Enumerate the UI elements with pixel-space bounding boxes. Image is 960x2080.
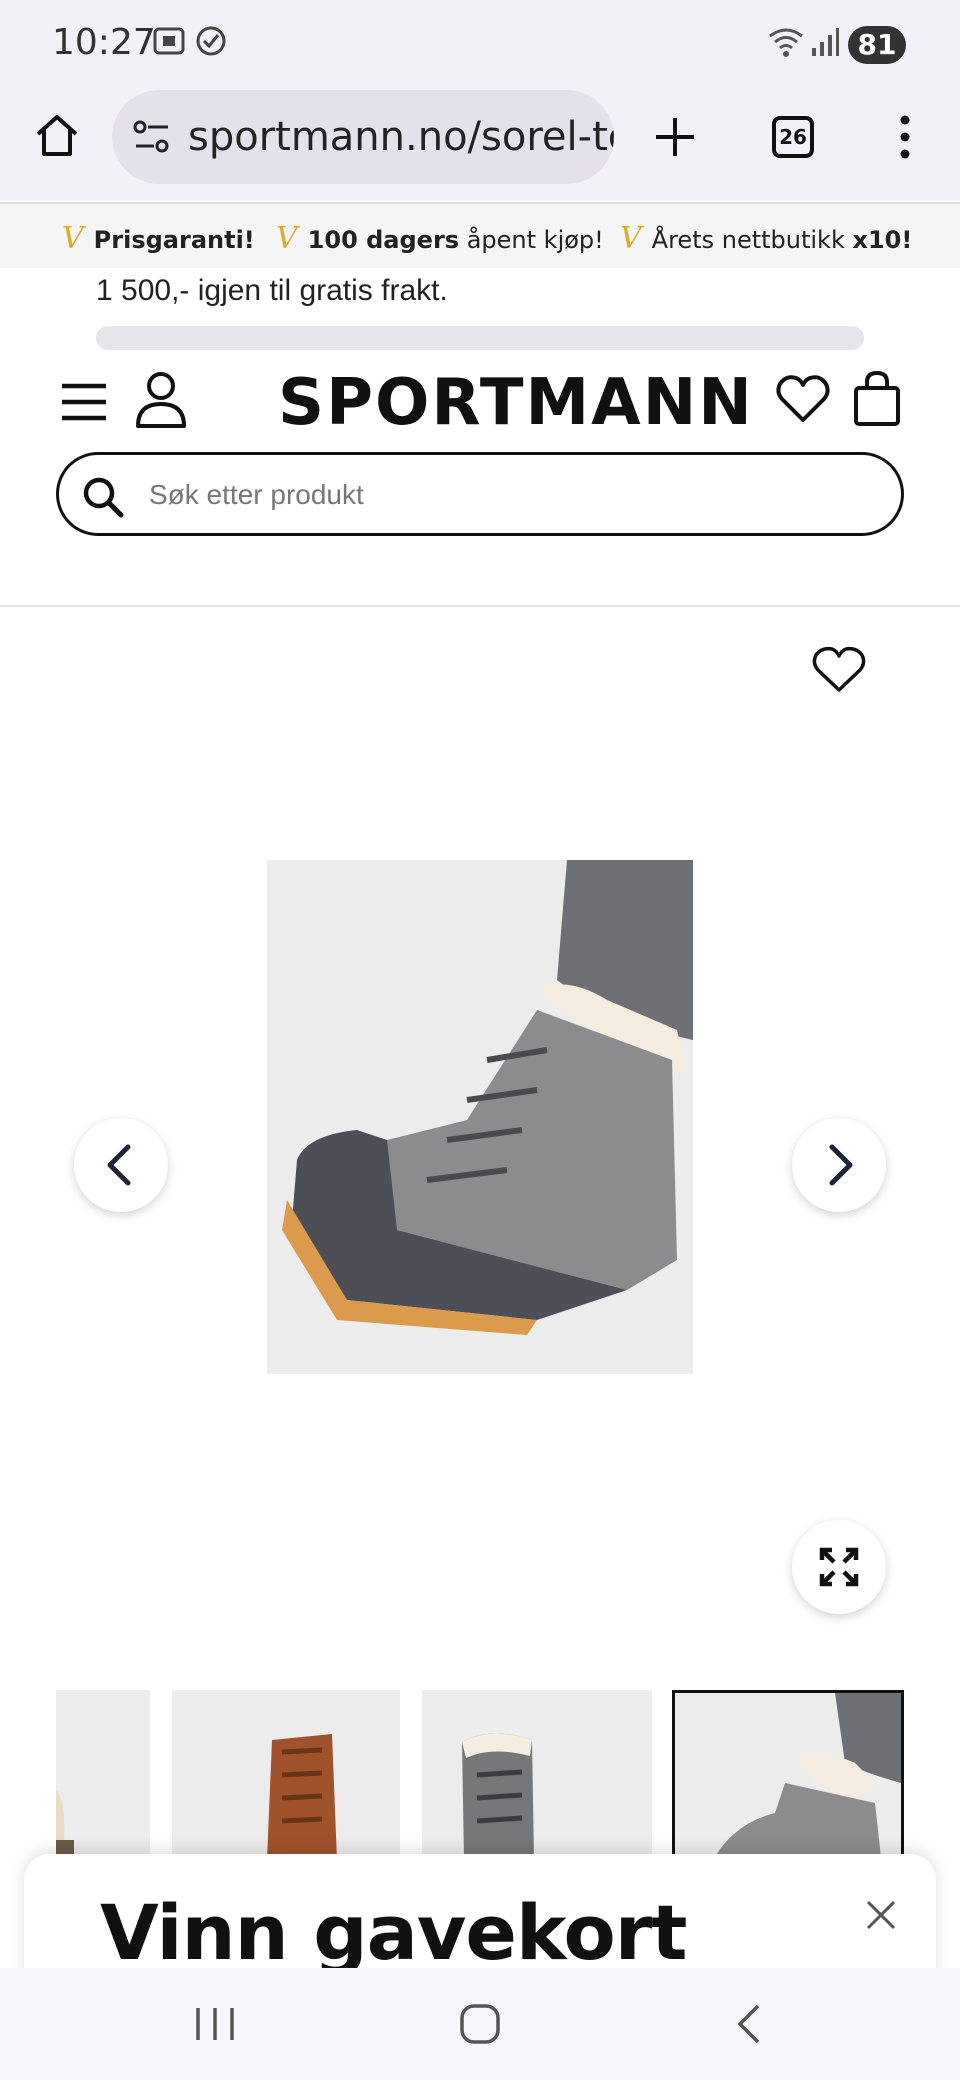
- recent-apps-icon[interactable]: [192, 2004, 238, 2044]
- wishlist-heart-icon[interactable]: [812, 646, 866, 694]
- popup-title: Vinn gavekort: [100, 1888, 688, 1977]
- fullscreen-button[interactable]: [792, 1520, 886, 1614]
- bag-icon[interactable]: [852, 370, 902, 428]
- search-icon[interactable]: [81, 475, 125, 519]
- thumbnail-3[interactable]: [422, 1690, 652, 1860]
- thumbnail-4-selected[interactable]: [672, 1690, 904, 1860]
- expand-icon: [819, 1547, 859, 1587]
- check-circle-icon: [196, 26, 226, 56]
- address-bar[interactable]: sportmann.no/sorel-tc: [112, 90, 614, 184]
- promo-item: V Årets nettbutikk x10!: [620, 221, 913, 256]
- status-bar: 10:27 81: [0, 0, 960, 88]
- home-icon[interactable]: [32, 110, 82, 160]
- free-shipping-progress: [96, 326, 864, 350]
- search-input[interactable]: [149, 473, 869, 517]
- close-icon[interactable]: [862, 1896, 900, 1934]
- thumbnail-image: [422, 1690, 652, 1860]
- chevron-right-icon: [829, 1144, 853, 1186]
- account-icon[interactable]: [134, 370, 188, 428]
- product-image[interactable]: [267, 860, 693, 1374]
- battery-indicator: 81: [848, 26, 906, 64]
- thumbnail-image: [675, 1693, 901, 1857]
- url-text[interactable]: sportmann.no/sorel-tc: [188, 114, 614, 160]
- heart-icon[interactable]: [776, 374, 830, 424]
- more-vert-icon[interactable]: [890, 112, 920, 162]
- check-v-icon: V: [620, 221, 642, 256]
- check-v-icon: V: [276, 221, 298, 256]
- back-icon[interactable]: [734, 2002, 764, 2046]
- screenshot-icon: [153, 27, 185, 55]
- check-v-icon: V: [62, 221, 84, 256]
- promo-item: V 100 dagers åpent kjøp!: [276, 221, 604, 256]
- system-nav-bar: [0, 1968, 960, 2080]
- plus-icon[interactable]: [652, 114, 698, 160]
- site-logo[interactable]: SPORTMANN: [278, 366, 754, 440]
- free-shipping-text: 1 500,- igjen til gratis frakt.: [96, 274, 448, 307]
- thumbnail-image: [172, 1690, 400, 1860]
- chevron-left-icon: [107, 1144, 131, 1186]
- thumbnail-1[interactable]: [56, 1690, 150, 1860]
- thumbnail-image: [56, 1690, 150, 1860]
- wifi-icon: [769, 28, 803, 57]
- signal-icon: [812, 28, 839, 56]
- promo-strip: V Prisgaranti! V 100 dagers åpent kjøp! VÅ…: [0, 202, 960, 268]
- home-button-icon[interactable]: [458, 2002, 502, 2046]
- boot-illustration: [267, 860, 693, 1374]
- search-bar: [56, 452, 904, 536]
- next-image-button[interactable]: [792, 1118, 886, 1212]
- previous-image-button[interactable]: [74, 1118, 168, 1212]
- status-time: 10:27: [52, 22, 156, 63]
- hamburger-icon[interactable]: [60, 380, 108, 424]
- promo-item: V Prisgaranti!: [62, 221, 255, 256]
- tabs-icon[interactable]: 26: [772, 116, 814, 158]
- thumbnail-2[interactable]: [172, 1690, 400, 1860]
- header-divider: [0, 605, 960, 607]
- site-settings-icon[interactable]: [132, 118, 172, 156]
